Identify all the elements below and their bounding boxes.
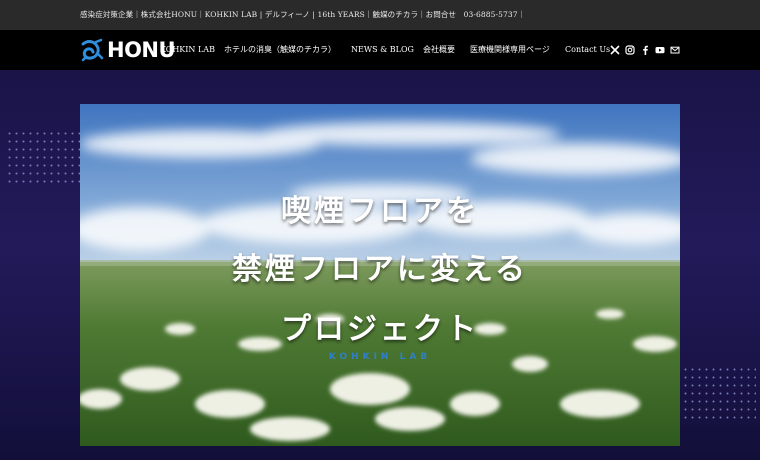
- nav-item-kohkin-lab[interactable]: KOHKIN LAB: [160, 30, 215, 70]
- instagram-icon[interactable]: [625, 45, 635, 55]
- top-info-bar: 感染症対策企業｜株式会社HONU｜KOHKIN LAB | デルフィーノ | 1…: [0, 0, 760, 30]
- hero-headline-line1: 喫煙フロアを: [281, 194, 479, 229]
- mail-icon[interactable]: [670, 45, 680, 55]
- nav-item-company[interactable]: 会社概要: [423, 30, 455, 70]
- youtube-icon[interactable]: [655, 45, 665, 55]
- nav-item-news-blog[interactable]: NEWS & BLOG: [351, 30, 414, 70]
- nav-item-hotel-deodorize[interactable]: ホテルの消臭（触媒のチカラ）: [224, 30, 336, 70]
- nav-item-medical[interactable]: 医療機関様専用ページ: [470, 30, 550, 70]
- top-info-text: 感染症対策企業｜株式会社HONU｜KOHKIN LAB | デルフィーノ | 1…: [80, 10, 526, 19]
- hero-headline-line2: 禁煙フロアに変える: [231, 252, 529, 287]
- x-icon[interactable]: [610, 45, 620, 55]
- main-nav: HONU KOHKIN LAB ホテルの消臭（触媒のチカラ） NEWS & BL…: [0, 30, 760, 70]
- hero-video[interactable]: 喫煙フロアを 禁煙フロアに変える プロジェクト KOHKIN LAB: [80, 104, 680, 446]
- hero-subtitle: KOHKIN LAB: [328, 352, 432, 362]
- dot-pattern-right: [684, 368, 756, 420]
- hero-headline-line3: プロジェクト: [281, 312, 479, 347]
- nav-item-contact[interactable]: Contact Us: [565, 30, 610, 70]
- turtle-logo-icon: [81, 38, 104, 62]
- facebook-icon[interactable]: [640, 45, 650, 55]
- dot-pattern-left: [8, 132, 80, 184]
